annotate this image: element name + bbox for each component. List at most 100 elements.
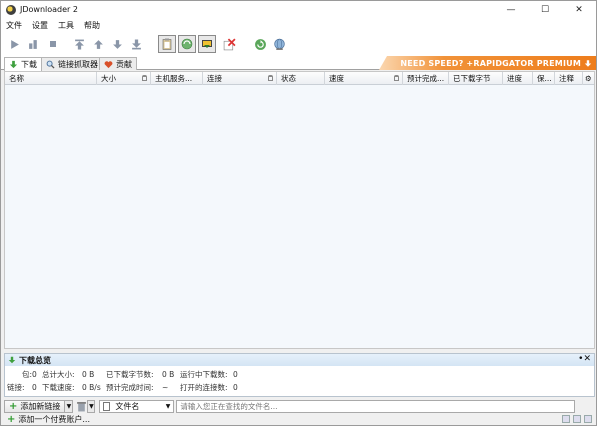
tab-linkgrabber-label: 链接抓取器 <box>58 59 98 69</box>
pause-icon <box>29 39 37 49</box>
premium-toggle-button[interactable] <box>198 35 216 53</box>
premium-download-icon <box>202 40 212 48</box>
eta-label: 预计完成时间: <box>106 382 154 392</box>
search-field-label: 文件名 <box>115 401 140 411</box>
column-name-label: 名称 <box>9 74 24 83</box>
maximize-button[interactable]: ☐ <box>528 1 562 18</box>
trash-icon <box>77 401 87 411</box>
add-premium-account-link[interactable]: 添加一个付费账户... <box>18 414 90 425</box>
column-bytes-loaded-label: 已下载字节 <box>453 74 491 83</box>
magnifier-icon <box>46 60 55 69</box>
column-eta[interactable]: 预计完成... <box>403 72 449 85</box>
reconnect-globe-icon <box>181 38 193 50</box>
column-comment-label: 注释 <box>559 74 574 83</box>
column-save-to[interactable]: 保... <box>533 72 555 85</box>
move-up-button[interactable] <box>89 35 108 54</box>
column-save-to-label: 保... <box>537 74 552 83</box>
lock-icon <box>268 75 273 81</box>
search-input[interactable] <box>176 399 576 413</box>
delete-options-arrow[interactable]: ▼ <box>87 399 96 413</box>
add-links-label: 添加新链接 <box>20 401 61 411</box>
move-down-button[interactable] <box>108 35 127 54</box>
column-host[interactable]: 主机服务... <box>151 72 203 85</box>
menu-tools[interactable]: 工具 <box>55 20 81 31</box>
status-icons <box>562 415 592 423</box>
add-links-menu-arrow[interactable]: ▼ <box>65 399 74 413</box>
search-field-select[interactable]: 文件名 ▼ <box>99 399 175 413</box>
settings-icon[interactable] <box>584 415 592 423</box>
tab-contribute[interactable]: 贡献 <box>99 57 137 70</box>
menu-help[interactable]: 帮助 <box>81 20 107 31</box>
move-top-button[interactable] <box>70 35 89 54</box>
column-settings-icon: ⚙ <box>585 74 592 83</box>
window-title: JDownloader 2 <box>20 5 78 14</box>
open-connections-value: 0 <box>233 382 238 392</box>
column-connection[interactable]: 连接 <box>203 72 277 85</box>
reconnect-button[interactable] <box>270 35 289 54</box>
table-body[interactable] <box>5 85 594 348</box>
lock-icon <box>394 75 399 81</box>
loaded-bytes-label: 已下载字节数: <box>106 369 154 379</box>
menu-settings[interactable]: 设置 <box>29 20 55 31</box>
total-size-value: 0 B <box>82 369 95 379</box>
toolbar <box>1 32 596 56</box>
move-bottom-button[interactable] <box>127 35 146 54</box>
pause-downloads-button[interactable] <box>24 35 43 54</box>
stop-icon <box>49 41 56 47</box>
column-settings-button[interactable]: ⚙ <box>583 72 594 85</box>
column-speed[interactable]: 速度 <box>325 72 403 85</box>
bottom-toolbar: + 添加新链接 ▼ ▼ 文件名 ▼ <box>1 399 596 413</box>
overview-close-button[interactable]: •✕ <box>578 354 591 364</box>
download-overview-panel: 下载总览 •✕ 包: 0 总计大小: 0 B 已下载字节数: 0 B 运行中下载… <box>4 353 595 397</box>
menu-file[interactable]: 文件 <box>3 20 29 31</box>
refresh-update-icon <box>255 38 266 50</box>
auto-reconnect-button[interactable] <box>178 35 196 53</box>
download-speed-label: 下载速度: <box>42 382 75 392</box>
table-header: 名称 大小 主机服务... 连接 状态 速度 预计完成... 已下载字节 进度 … <box>5 72 594 85</box>
promo-text: NEED SPEED? +RAPIDGATOR PREMIUM <box>400 58 581 68</box>
column-speed-label: 速度 <box>329 74 344 83</box>
column-name[interactable]: 名称 <box>5 72 97 85</box>
download-arrow-icon <box>9 60 18 69</box>
column-eta-label: 预计完成... <box>407 74 445 83</box>
speed-meter-icon[interactable] <box>573 415 581 423</box>
tab-bar: 下载 链接抓取器 贡献 NEED SPEED? +RAPIDGATOR PREM… <box>1 56 596 71</box>
column-size-label: 大小 <box>101 74 116 83</box>
add-links-button[interactable]: + 添加新链接 <box>4 399 66 413</box>
delete-x-icon <box>223 37 236 50</box>
clipboard-observer-button[interactable] <box>158 35 176 53</box>
heart-icon <box>104 60 113 68</box>
update-button[interactable] <box>251 35 270 54</box>
downloads-table[interactable]: 名称 大小 主机服务... 连接 状态 速度 预计完成... 已下载字节 进度 … <box>4 71 595 349</box>
tab-linkgrabber[interactable]: 链接抓取器 <box>41 57 103 70</box>
tray-icon[interactable] <box>562 415 570 423</box>
start-downloads-button[interactable] <box>5 35 24 54</box>
packages-value: 0 <box>32 369 37 379</box>
remove-links-button[interactable] <box>220 35 239 54</box>
column-comment[interactable]: 注释 <box>555 72 583 85</box>
menu-bar: 文件 设置 工具 帮助 <box>1 18 596 32</box>
delete-options-button[interactable] <box>76 400 87 413</box>
column-host-label: 主机服务... <box>155 74 193 83</box>
tab-contribute-label: 贡献 <box>116 59 132 69</box>
network-globe-icon <box>274 38 285 50</box>
move-to-top-icon <box>75 39 84 49</box>
window-controls: — ☐ ✕ <box>494 1 596 18</box>
column-bytes-loaded[interactable]: 已下载字节 <box>449 72 503 85</box>
links-value: 0 <box>32 382 37 392</box>
column-status[interactable]: 状态 <box>277 72 325 85</box>
minimize-button[interactable]: — <box>494 1 528 18</box>
tab-downloads[interactable]: 下载 <box>4 57 42 71</box>
jdownloader-logo-icon <box>6 4 16 15</box>
column-size[interactable]: 大小 <box>97 72 151 85</box>
running-downloads-label: 运行中下载数: <box>180 369 228 379</box>
close-button[interactable]: ✕ <box>562 1 596 18</box>
premium-promo-banner[interactable]: NEED SPEED? +RAPIDGATOR PREMIUM <box>379 56 596 70</box>
stop-downloads-button[interactable] <box>43 35 62 54</box>
column-progress[interactable]: 进度 <box>503 72 533 85</box>
overview-header: 下载总览 •✕ <box>5 354 594 366</box>
column-status-label: 状态 <box>281 74 296 83</box>
move-to-bottom-icon <box>132 39 141 49</box>
running-downloads-value: 0 <box>233 369 238 379</box>
column-connection-label: 连接 <box>207 74 222 83</box>
